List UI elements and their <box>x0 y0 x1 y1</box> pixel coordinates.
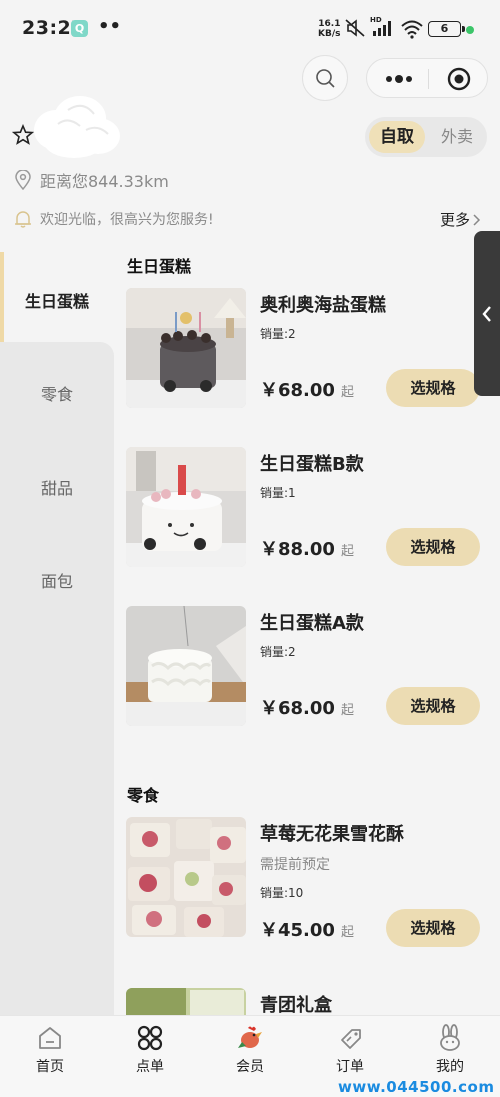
product-name: 草莓无花果雪花酥 <box>260 824 404 845</box>
nav-order[interactable]: 点单 <box>100 1024 200 1076</box>
category-bread[interactable]: 面包 <box>0 568 114 592</box>
category-desserts[interactable]: 甜品 <box>0 475 114 499</box>
product-sales: 销量:1 <box>260 486 296 500</box>
distance-text: 距离您844.33km <box>40 172 169 191</box>
product-image-oreo-cake <box>126 288 246 408</box>
location-pin-icon <box>15 170 31 190</box>
search-icon <box>316 69 335 88</box>
product-note: 需提前预定 <box>260 857 330 873</box>
nav-member[interactable]: 会员 <box>200 1024 300 1076</box>
capsule-divider <box>428 69 429 89</box>
product-sales: 销量:2 <box>260 645 296 659</box>
ticket-tag-icon <box>341 1029 361 1049</box>
nav-profile[interactable]: 我的 <box>400 1024 500 1076</box>
side-drawer-tab[interactable] <box>474 231 500 396</box>
product-card[interactable]: 草莓无花果雪花酥 需提前预定 销量:10 ￥45.00 起 选规格 <box>126 817 486 947</box>
pickup-tab[interactable]: 自取 <box>369 121 425 153</box>
product-image-cake-a <box>126 606 246 726</box>
shop-logo-cloud-icon <box>34 96 120 158</box>
section-title-birthday-cake: 生日蛋糕 <box>127 257 192 276</box>
product-card[interactable]: 奥利奥海盐蛋糕 销量:2 ￥68.00 起 选规格 <box>126 288 486 408</box>
net-speed: 16.1 KB/s <box>318 19 341 39</box>
product-image-qingtuan <box>126 988 246 1015</box>
nav-orders-list[interactable]: 订单 <box>300 1024 400 1076</box>
product-name: 青团礼盒 <box>260 995 332 1015</box>
product-name: 奥利奥海盐蛋糕 <box>260 295 386 316</box>
product-card[interactable]: 生日蛋糕B款 销量:1 ￥88.00 起 选规格 <box>126 447 486 567</box>
select-spec-button[interactable]: 选规格 <box>386 528 480 566</box>
select-spec-button[interactable]: 选规格 <box>386 909 480 947</box>
notice-bar: 欢迎光临，很高兴为您服务! 更多 <box>14 207 486 231</box>
home-icon <box>39 1027 61 1049</box>
category-sidebar <box>0 342 114 1022</box>
miniapp-capsule <box>366 58 488 98</box>
member-rooster-icon <box>238 1026 262 1048</box>
search-button[interactable] <box>302 55 348 101</box>
status-bar: 23:27 Q •• 16.1 KB/s HD 6 <box>0 0 500 58</box>
notice-more-link[interactable]: 更多 <box>440 209 482 230</box>
battery-icon: 6 <box>428 21 465 37</box>
bell-icon <box>15 211 31 228</box>
product-sales: 销量:2 <box>260 327 296 341</box>
product-image-nougat <box>126 817 246 937</box>
order-grid-icon <box>137 1025 163 1051</box>
select-spec-button[interactable]: 选规格 <box>386 369 480 407</box>
notice-text: 欢迎光临，很高兴为您服务! <box>40 212 214 228</box>
mute-icon <box>345 19 365 37</box>
watermark-text: www.044500.com <box>338 1078 495 1096</box>
notification-dots: •• <box>98 16 122 37</box>
chevron-right-icon <box>473 213 481 226</box>
product-price: ￥88.00 起 <box>260 539 354 560</box>
product-sales: 销量:10 <box>260 886 304 900</box>
chevron-left-icon <box>482 305 491 322</box>
privacy-indicator-dot <box>466 26 474 34</box>
wifi-icon <box>401 20 423 39</box>
delivery-tab[interactable]: 外卖 <box>431 121 483 153</box>
category-snacks[interactable]: 零食 <box>0 381 114 405</box>
close-miniapp-icon[interactable] <box>447 67 471 91</box>
section-title-snacks: 零食 <box>127 786 160 805</box>
nav-home[interactable]: 首页 <box>0 1024 100 1076</box>
category-birthday-cake[interactable]: 生日蛋糕 <box>0 288 114 312</box>
rabbit-profile-icon <box>440 1024 460 1051</box>
product-price: ￥45.00 起 <box>260 920 354 941</box>
select-spec-button[interactable]: 选规格 <box>386 687 480 725</box>
product-card[interactable]: 生日蛋糕A款 销量:2 ￥68.00 起 选规格 <box>126 606 486 726</box>
product-name: 生日蛋糕B款 <box>260 454 364 475</box>
product-card[interactable]: 青团礼盒 <box>126 988 486 1015</box>
product-price: ￥68.00 起 <box>260 698 354 719</box>
app-badge-icon: Q <box>71 20 88 37</box>
pickup-delivery-toggle: 自取 外卖 <box>365 117 487 157</box>
more-menu-icon[interactable] <box>385 72 413 86</box>
product-name: 生日蛋糕A款 <box>260 613 364 634</box>
product-image-cake-b <box>126 447 246 567</box>
product-price: ￥68.00 起 <box>260 380 354 401</box>
signal-icon: HD <box>370 16 396 38</box>
shop-distance: 距离您844.33km <box>14 168 169 192</box>
